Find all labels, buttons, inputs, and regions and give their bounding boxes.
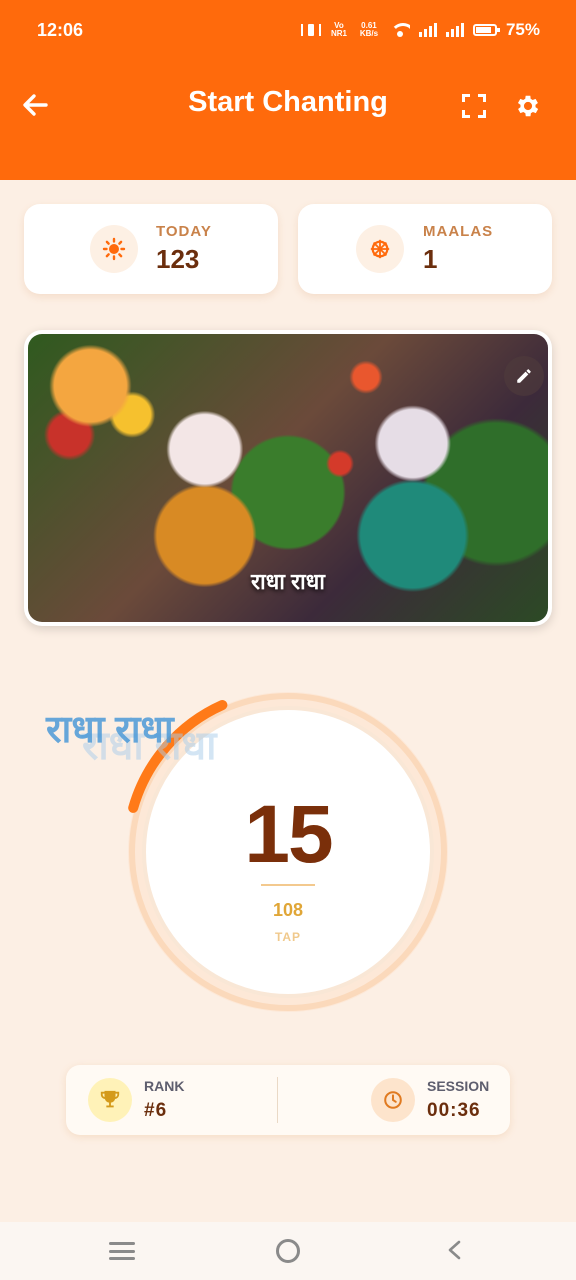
network-speed: 0.61 KB/s [359,21,379,38]
bottom-separator [277,1077,278,1123]
battery-percent: 75% [505,20,540,39]
home-icon[interactable] [276,1239,300,1263]
today-label: TODAY [156,223,212,240]
today-value: 123 [156,244,200,274]
vibrate-icon [300,24,321,36]
maalas-card: MAALAS 1 [298,204,552,294]
menu-icon[interactable] [109,1242,135,1260]
fullscreen-icon[interactable] [462,94,486,118]
chant-target: 108 [272,900,304,920]
pencil-icon[interactable] [504,356,544,396]
bottom-stats: RANK #6 SESSION 00:36 [66,1065,510,1135]
status-time: 12:06 [37,20,84,40]
counter-divider [261,884,315,886]
wheel-icon [356,225,404,273]
signal-icon [418,23,437,37]
battery-icon [472,24,500,36]
trophy-icon [88,1078,132,1122]
deity-image-card[interactable]: राधा राधा [24,330,552,626]
app-bar: Start Chanting [0,62,576,180]
image-caption: राधा राधा [251,569,325,594]
system-nav-bar [0,1222,576,1280]
rank-value: #6 [144,1100,168,1121]
session-label: SESSION [427,1078,490,1094]
status-icons: Vo NR1 0.61 KB/s 75% [300,20,540,40]
chant-count: 15 [244,789,333,880]
clock-icon [371,1078,415,1122]
signal-icon-2 [445,23,464,37]
rank-label: RANK [144,1078,185,1094]
gear-icon[interactable] [514,92,542,120]
maalas-label: MAALAS [423,223,494,240]
today-card: TODAY 123 [24,204,278,294]
deity-image: राधा राधा [28,334,548,622]
sun-icon [90,225,138,273]
wifi-icon [389,23,410,37]
status-bar: 12:06 Vo NR1 0.61 KB/s 75% [0,0,576,62]
floating-chant-text: राधा राधा [46,709,174,751]
maalas-value: 1 [423,244,438,274]
page-title: Start Chanting [188,86,388,118]
tap-label: TAP [274,930,302,944]
back-icon[interactable] [446,1240,462,1260]
volte-indicator: Vo NR1 [330,21,347,38]
session-value: 00:36 [427,1100,481,1121]
